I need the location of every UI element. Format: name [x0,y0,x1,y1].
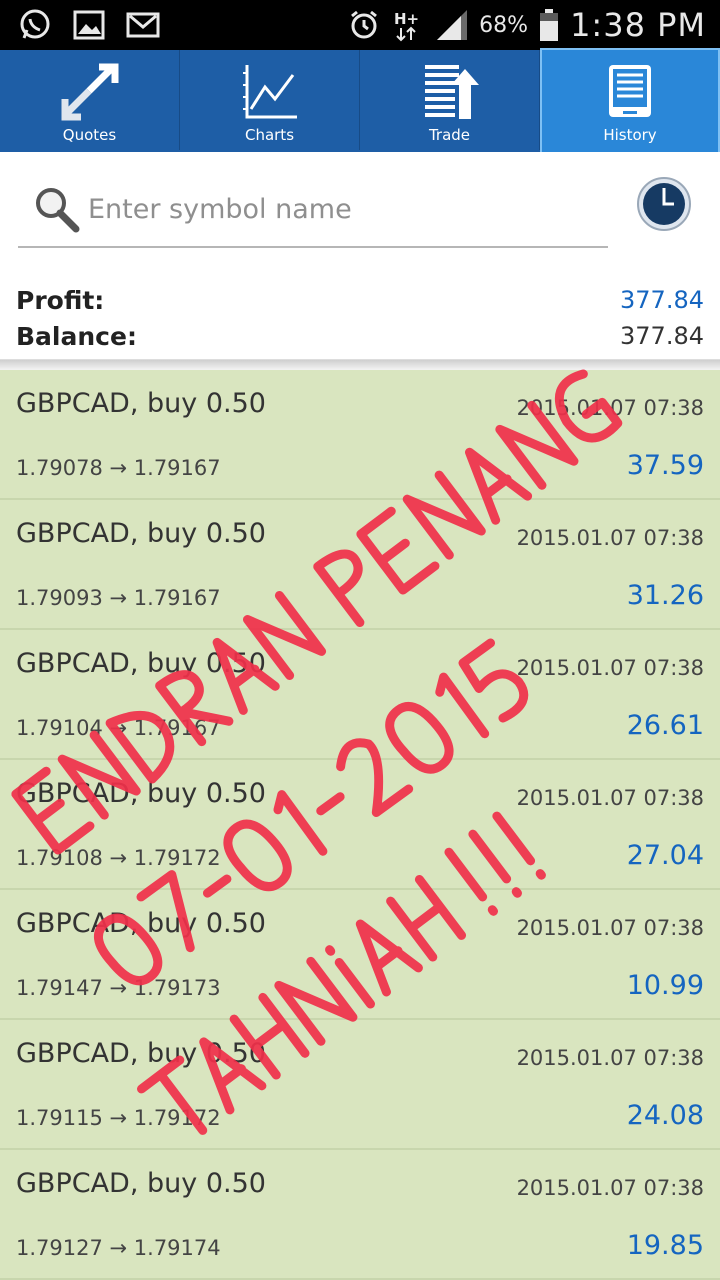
deal-symbol: GBPCAD, buy 0.50 [16,388,266,419]
search-area [0,152,720,262]
tab-history-label: History [603,126,657,144]
balance-row: Balance: 377.84 [16,318,704,354]
tab-history[interactable]: History [540,48,720,156]
status-bar: H+ 68% 1:38 PM [0,0,720,50]
gallery-icon [72,8,106,42]
deal-time: 2015.01.07 07:38 [516,916,704,940]
deal-prices: 1.79078 → 1.79167 [16,456,221,480]
tab-quotes[interactable]: Quotes [0,50,180,150]
balance-label: Balance: [16,321,137,351]
hspa-plus-icon: H+ [391,8,425,42]
deal-symbol: GBPCAD, buy 0.50 [16,648,266,679]
deal-time: 2015.01.07 07:38 [516,1176,704,1200]
deal-profit: 19.85 [626,1230,704,1261]
deal-profit: 31.26 [626,580,704,611]
deal-symbol: GBPCAD, buy 0.50 [16,518,266,549]
deal-prices: 1.79115 → 1.79172 [16,1106,221,1130]
deal-symbol: GBPCAD, buy 0.50 [16,1038,266,1069]
deal-time: 2015.01.07 07:38 [516,526,704,550]
deal-time: 2015.01.07 07:38 [516,656,704,680]
main-tab-bar: Quotes Charts Trade History [0,48,720,156]
tab-charts-label: Charts [244,126,295,144]
deal-time: 2015.01.07 07:38 [516,1046,704,1070]
deal-symbol: GBPCAD, buy 0.50 [16,778,266,809]
period-clock-button[interactable] [636,176,692,232]
battery-percentage: 68% [479,12,529,38]
profit-value: 377.84 [620,286,704,314]
deal-prices: 1.79093 → 1.79167 [16,586,221,610]
symbol-search-field[interactable] [18,174,608,248]
deal-row[interactable]: GBPCAD, buy 0.50 2015.01.07 07:38 1.7911… [0,1020,720,1150]
balance-value: 377.84 [620,322,704,350]
deal-symbol: GBPCAD, buy 0.50 [16,908,266,939]
tab-trade[interactable]: Trade [360,50,540,150]
tab-charts[interactable]: Charts [180,50,360,150]
quotes-arrows-icon [58,60,122,124]
deal-symbol: GBPCAD, buy 0.50 [16,1168,266,1199]
clock-icon [637,177,691,231]
deal-time: 2015.01.07 07:38 [516,396,704,420]
deals-list: GBPCAD, buy 0.50 2015.01.07 07:38 1.7907… [0,370,720,1280]
deal-prices: 1.79104 → 1.79167 [16,716,221,740]
search-icon [32,184,82,234]
deal-profit: 10.99 [626,970,704,1001]
whatsapp-icon [18,8,52,42]
battery-icon [538,8,560,42]
tab-quotes-label: Quotes [62,126,117,144]
profit-row: Profit: 377.84 [16,282,704,318]
trade-list-icon [418,60,482,124]
svg-text:H+: H+ [394,10,419,28]
history-document-icon [598,60,662,124]
account-summary: Profit: 377.84 Balance: 377.84 [0,276,720,360]
gmail-icon [126,8,160,42]
deal-prices: 1.79108 → 1.79172 [16,846,221,870]
tab-trade-label: Trade [428,126,471,144]
deal-row[interactable]: GBPCAD, buy 0.50 2015.01.07 07:38 1.7914… [0,890,720,1020]
deal-row[interactable]: GBPCAD, buy 0.50 2015.01.07 07:38 1.7907… [0,370,720,500]
deal-prices: 1.79147 → 1.79173 [16,976,221,1000]
signal-icon [435,8,469,42]
deal-profit: 26.61 [626,710,704,741]
deal-row[interactable]: GBPCAD, buy 0.50 2015.01.07 07:38 1.7910… [0,760,720,890]
deal-prices: 1.79127 → 1.79174 [16,1236,221,1260]
alarm-icon [347,8,381,42]
symbol-search-input[interactable] [88,184,598,234]
deal-time: 2015.01.07 07:38 [516,786,704,810]
deal-row[interactable]: GBPCAD, buy 0.50 2015.01.07 07:38 1.7909… [0,500,720,630]
deal-profit: 24.08 [626,1100,704,1131]
deal-row[interactable]: GBPCAD, buy 0.50 2015.01.07 07:38 1.7912… [0,1150,720,1280]
deal-profit: 27.04 [626,840,704,871]
deal-profit: 37.59 [626,450,704,481]
status-clock: 1:38 PM [570,6,706,44]
profit-label: Profit: [16,285,105,315]
summary-divider [0,360,720,370]
charts-line-icon [238,60,302,124]
deal-row[interactable]: GBPCAD, buy 0.50 2015.01.07 07:38 1.7910… [0,630,720,760]
